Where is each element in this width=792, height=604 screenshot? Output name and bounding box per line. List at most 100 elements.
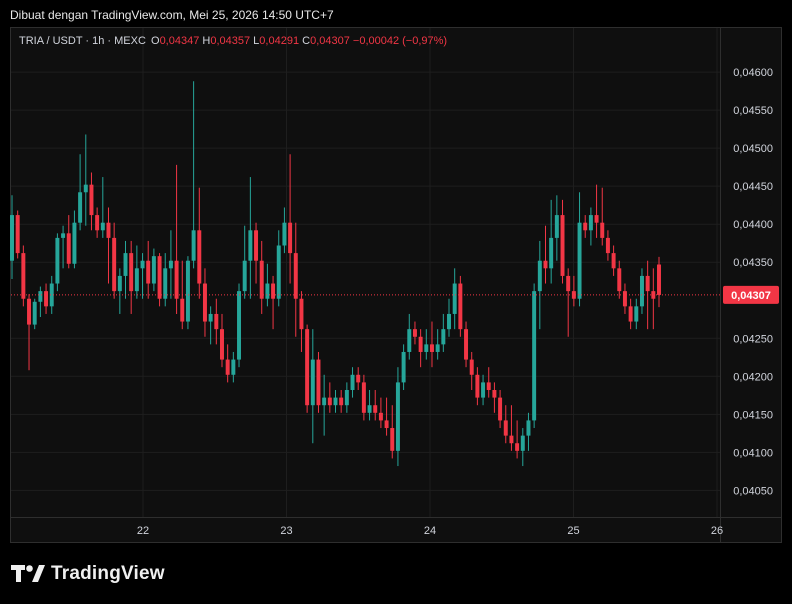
candle [78,154,83,231]
candle [231,351,236,383]
candle [95,207,100,238]
candle [271,275,276,330]
candle-body [447,313,451,330]
candle-body [515,443,520,451]
candle-body [15,215,20,254]
candle-body [27,298,32,325]
candle-body [645,275,650,292]
y-tick-label: 0,04450 [733,181,773,193]
candle-body [106,222,111,238]
candle-body [282,222,287,246]
candle-body [339,397,344,406]
candle [475,367,480,406]
candlestick-chart[interactable]: 0,04600 0,04550 0,04500 0,04450 0,04400 0,043… [0,0,792,604]
candle-body [407,329,412,352]
candle-body [412,329,417,337]
candle [464,321,469,368]
candle [265,263,270,307]
candle [407,313,412,360]
candle [254,222,259,284]
candle-body [503,420,508,436]
candle [401,344,406,390]
candle-body [390,428,395,451]
candle-body [583,222,588,231]
candle [259,240,264,314]
candle-body [38,291,43,302]
tradingview-brand[interactable]: TradingView [11,563,165,585]
candle-body [378,412,383,421]
candle-body [622,291,627,307]
candle [32,298,37,330]
candle [293,222,298,337]
candle [651,268,656,330]
y-tick-label: 0,04100 [733,447,773,459]
candle-body [356,374,361,383]
candle [214,298,219,345]
candle [583,215,588,238]
candle [617,260,622,299]
candle-body [180,298,185,322]
candle-body [486,382,491,390]
candle-body [254,230,259,261]
candle-body [424,344,429,352]
candle-body [89,184,94,216]
y-tick-label: 0,04600 [733,67,773,79]
candle-body [481,382,486,398]
candle [566,268,571,337]
candle-body [248,230,253,261]
y-tick-label: 0,04150 [733,409,773,421]
candle [395,367,400,467]
candle [123,240,128,299]
candle-body [475,374,480,398]
candle [157,253,162,307]
candle-body [520,435,525,451]
candle-body [242,260,247,292]
candle-body [129,253,134,292]
candle-body [299,298,304,330]
candle [27,294,32,371]
candle [151,248,156,292]
candle-body [231,359,236,375]
candle-body [435,344,440,352]
candle-body [639,275,644,307]
price-axis: 0,04600 0,04550 0,04500 0,04450 0,04400 0,043… [720,28,773,542]
candle-body [310,359,315,406]
symbol-label[interactable]: TRIA / USDT · 1h · MEXC [19,35,146,47]
last-price-tag: 0,04307 [11,285,779,304]
candle [486,367,491,398]
x-tick-label: 22 [137,525,149,537]
y-tick-label: 0,04050 [733,485,773,497]
candle-body [373,405,378,413]
candle [361,374,366,421]
candle [191,81,196,269]
candle [611,245,616,276]
candle-body [112,237,117,292]
candle [429,321,434,368]
candle [146,240,151,299]
candle [237,283,242,368]
candle [15,210,20,259]
candle [492,382,497,413]
candle-body [401,351,406,383]
candle-body [32,301,37,325]
candle [117,268,122,314]
candle-body [208,313,213,322]
candle-body [55,237,60,284]
candle-body [72,222,77,264]
candle-body [83,184,88,193]
x-tick-label: 24 [424,525,436,537]
candle [339,389,344,413]
candle [628,298,633,330]
candle-body [549,237,554,269]
candle-body [293,253,298,299]
candle [129,240,134,314]
candle [605,230,610,261]
close-value: 0,04307 [310,35,350,47]
candle-body [174,260,179,299]
candle [622,283,627,314]
open-value: 0,04347 [159,35,200,47]
candle [560,199,565,284]
close-label: C [302,35,311,47]
candle [72,210,77,269]
change-value: −0,00042 (−0,97%) [352,35,448,47]
